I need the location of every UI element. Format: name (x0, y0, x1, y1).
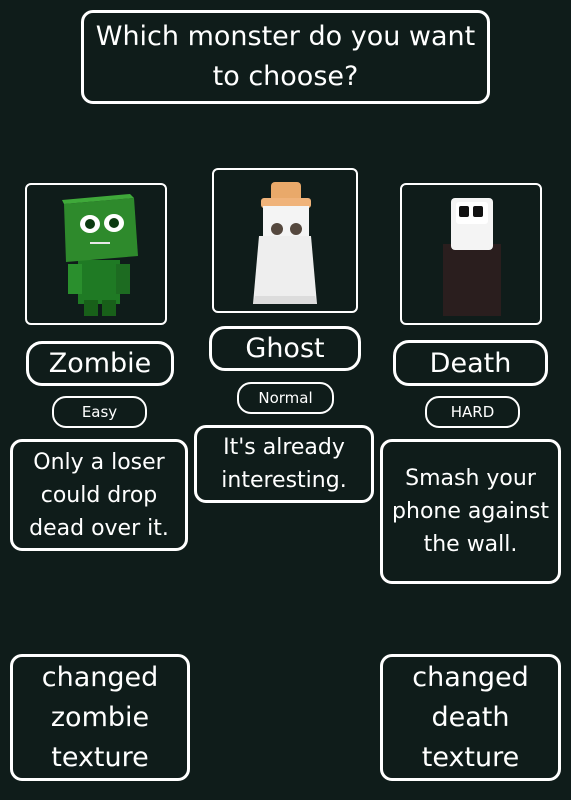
zombie-texture-note: changed zombie texture (10, 654, 190, 781)
ghost-name-text: Ghost (245, 333, 325, 364)
zombie-difficulty-text: Easy (81, 403, 118, 421)
zombie-portrait[interactable] (25, 183, 167, 325)
death-description: Smash your phone against the wall. (380, 439, 561, 584)
ghost-description: It's already interesting. (194, 425, 374, 503)
death-name-label: Death (393, 340, 548, 386)
death-figure-icon (443, 197, 501, 316)
zombie-difficulty-badge: Easy (52, 396, 147, 428)
zombie-name-text: Zombie (48, 348, 152, 379)
death-difficulty-text: HARD (450, 403, 495, 421)
ghost-figure-icon (253, 181, 317, 304)
ghost-name-label: Ghost (209, 326, 361, 371)
zombie-description-text: Only a loser could drop dead over it. (29, 449, 169, 541)
zombie-figure-icon (62, 193, 138, 316)
ghost-difficulty-text: Normal (258, 389, 313, 407)
death-difficulty-badge: HARD (425, 396, 520, 428)
zombie-texture-note-text: changed zombie texture (41, 661, 159, 773)
death-name-text: Death (429, 347, 512, 379)
page-title-text: Which monster do you want to choose? (95, 21, 476, 92)
ghost-difficulty-badge: Normal (237, 382, 334, 414)
ghost-description-text: It's already interesting. (221, 435, 347, 493)
zombie-name-label: Zombie (26, 341, 174, 386)
death-texture-note: changed death texture (380, 654, 561, 781)
death-texture-note-text: changed death texture (412, 661, 529, 773)
page-title: Which monster do you want to choose? (81, 10, 490, 104)
zombie-description: Only a loser could drop dead over it. (10, 439, 188, 551)
ghost-portrait[interactable] (212, 168, 358, 313)
death-description-text: Smash your phone against the wall. (392, 466, 549, 557)
death-portrait[interactable] (400, 183, 542, 325)
